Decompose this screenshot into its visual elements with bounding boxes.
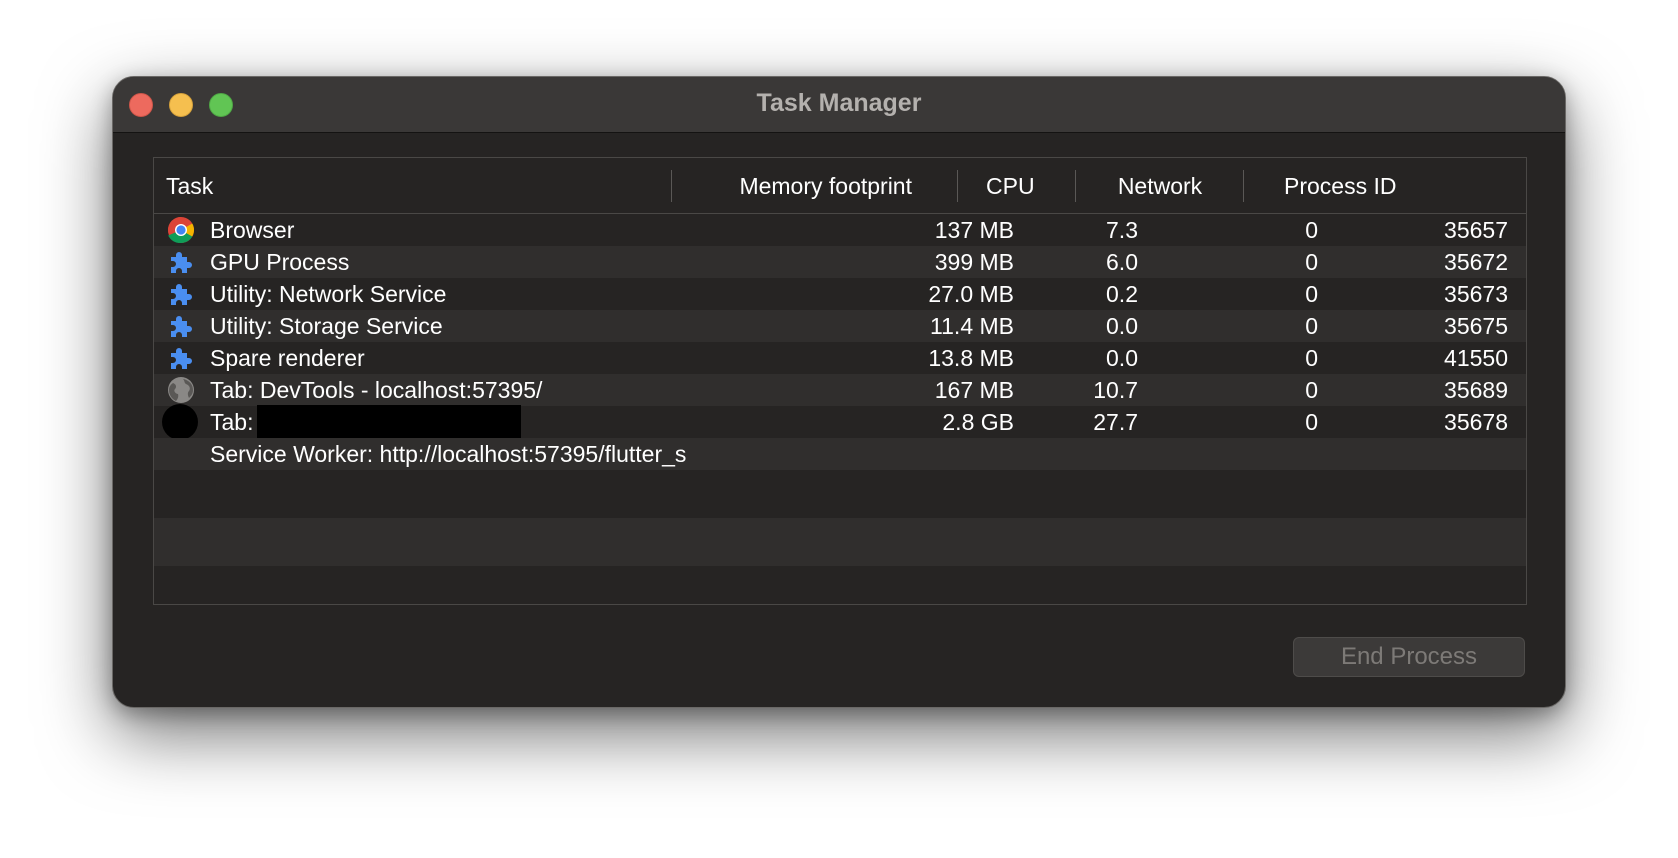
process-id-value: 35673 [1444,281,1508,307]
process-id-value: 35672 [1444,249,1508,275]
redacted-favicon-icon [162,404,198,440]
network-value: 0 [1305,217,1318,243]
table-row[interactable]: GPU Process 399 MB 6.0 0 35672 [154,246,1526,278]
network-value: 0 [1305,345,1318,371]
task-name: Tab: DevTools - localhost:57395/ [210,377,543,403]
column-header-memory[interactable]: Memory footprint [672,158,958,213]
memory-value: 13.8 MB [928,345,1014,371]
puzzle-icon [171,284,192,305]
task-name: Browser [210,217,295,243]
column-header-network[interactable]: Network [1076,158,1244,213]
cpu-value: 6.0 [1106,249,1138,275]
process-id-value: 35675 [1444,313,1508,339]
task-name: Utility: Network Service [210,281,447,307]
memory-value: 137 MB [934,217,1014,243]
cpu-value: 0.0 [1106,345,1138,371]
network-value: 0 [1305,313,1318,339]
process-id-value: 35657 [1444,217,1508,243]
process-id-value: 35678 [1444,409,1508,435]
cpu-value: 10.7 [1093,377,1138,403]
task-manager-window: Task Manager Task Memory footprint CPU N… [112,76,1566,708]
cpu-value: 0.2 [1106,281,1138,307]
end-process-button[interactable]: End Process [1293,637,1525,677]
puzzle-icon [171,252,192,273]
process-id-value: 41550 [1444,345,1508,371]
network-value: 0 [1305,281,1318,307]
network-value: 0 [1305,409,1318,435]
column-header-task[interactable]: Task [154,158,672,213]
window-title: Task Manager [756,89,922,117]
memory-value: 27.0 MB [928,281,1014,307]
process-table[interactable]: Task Memory footprint CPU Network Proces… [153,157,1527,605]
task-name: GPU Process [210,249,350,275]
process-id-value: 35689 [1444,377,1508,403]
chrome-icon [167,217,195,244]
memory-value: 167 MB [934,377,1014,403]
memory-value: 2.8 GB [942,409,1014,435]
empty-row [154,470,1526,518]
table-row[interactable]: Utility: Network Service 27.0 MB 0.2 0 3… [154,278,1526,310]
task-name-cell: Tab: [210,404,770,439]
table-row[interactable]: Utility: Storage Service 11.4 MB 0.0 0 3… [154,310,1526,342]
table-body: Browser 137 MB 7.3 0 35657 GPU Process 3… [154,214,1526,604]
cpu-value: 7.3 [1106,217,1138,243]
task-name: Spare renderer [210,345,365,371]
cpu-value: 27.7 [1093,409,1138,435]
empty-row [154,566,1526,604]
title-bar[interactable]: Task Manager [113,77,1565,133]
table-row[interactable]: Tab: DevTools - localhost:57395/ 167 MB … [154,374,1526,406]
table-row[interactable]: Browser 137 MB 7.3 0 35657 [154,214,1526,246]
table-header: Task Memory footprint CPU Network Proces… [154,158,1526,214]
network-value: 0 [1305,249,1318,275]
network-value: 0 [1305,377,1318,403]
empty-row [154,518,1526,566]
task-name: Tab: [210,409,254,435]
task-name: Utility: Storage Service [210,313,443,339]
table-row[interactable]: Tab: 2.8 GB 27.7 0 35678 [154,404,1526,440]
table-row[interactable]: Spare renderer 13.8 MB 0.0 0 41550 [154,342,1526,374]
column-header-cpu[interactable]: CPU [958,158,1076,213]
redacted-block [257,404,522,439]
column-header-process-id[interactable]: Process ID [1244,158,1526,213]
puzzle-icon [171,316,192,337]
globe-icon [168,377,194,403]
cpu-value: 0.0 [1106,313,1138,339]
memory-value: 11.4 MB [930,313,1014,339]
task-name: Service Worker: http://localhost:57395/f… [210,441,687,467]
table-row[interactable]: Service Worker: http://localhost:57395/f… [154,438,1526,470]
puzzle-icon [171,348,192,369]
memory-value: 399 MB [934,249,1014,275]
